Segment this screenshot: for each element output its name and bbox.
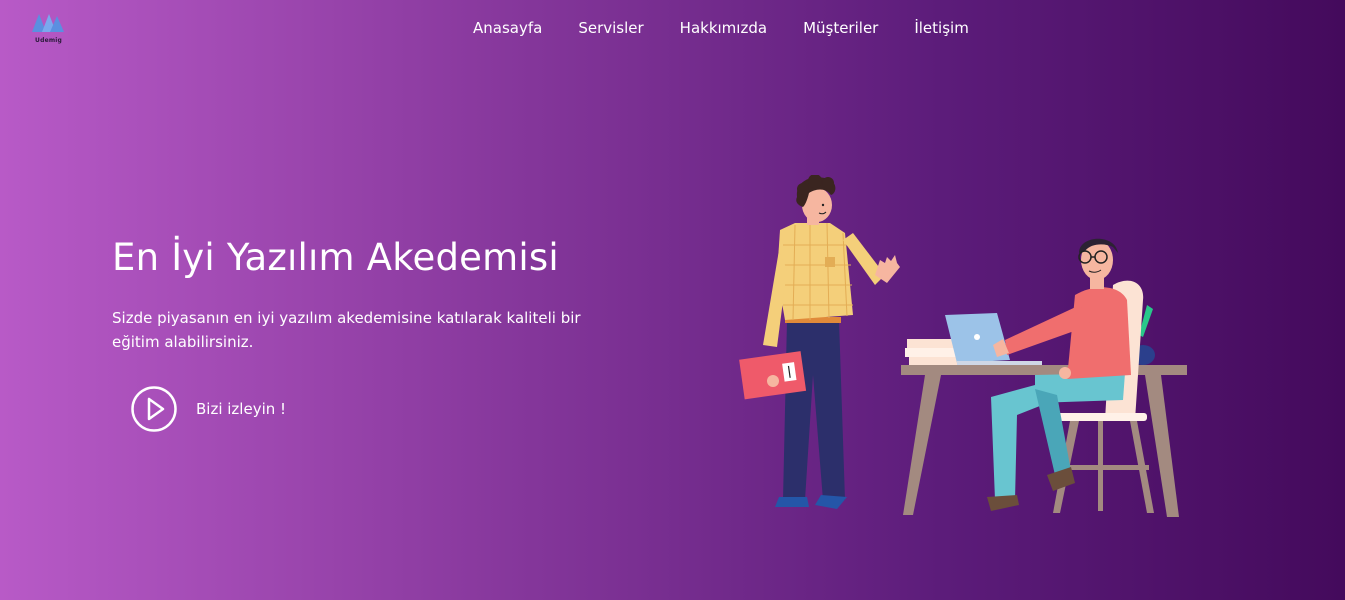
brand-name: Udemig xyxy=(35,37,63,44)
watch-video-button[interactable]: Bizi izleyin ! xyxy=(130,385,286,433)
main-nav: Anasayfa Servisler Hakkımızda Müşteriler… xyxy=(473,18,969,38)
hero-description: Sizde piyasanın en iyi yazılım akedemisi… xyxy=(112,309,581,351)
watch-video-label: Bizi izleyin ! xyxy=(196,400,287,418)
office-illustration xyxy=(739,175,1187,517)
hero-title: En İyi Yazılım Akedemisi xyxy=(112,236,559,279)
nav-item-musteriler[interactable]: Müşteriler xyxy=(803,18,878,38)
nav-item-anasayfa[interactable]: Anasayfa xyxy=(473,18,542,38)
nav-item-servisler[interactable]: Servisler xyxy=(578,18,643,38)
play-circle-icon xyxy=(131,386,177,432)
nav-item-hakkimizda[interactable]: Hakkımızda xyxy=(680,18,767,38)
standing-person-illustration xyxy=(739,175,900,509)
nav-item-iletisim[interactable]: İletişim xyxy=(914,18,968,38)
